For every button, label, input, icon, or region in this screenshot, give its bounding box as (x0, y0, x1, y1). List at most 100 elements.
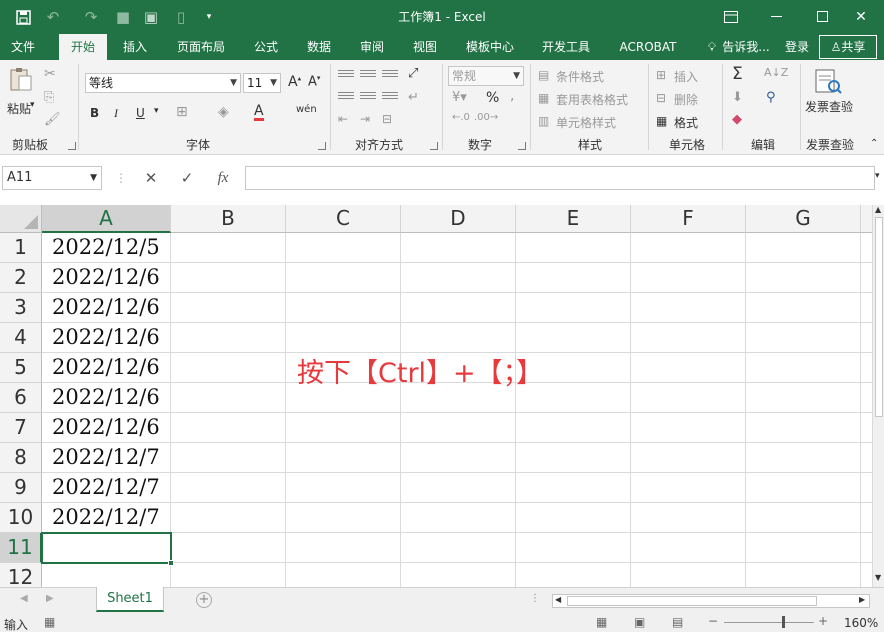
row-header-6[interactable]: 6 (0, 383, 42, 413)
cell-a5[interactable]: 2022/12/6 (43, 353, 170, 382)
tab-template-center[interactable]: 模板中心 (458, 34, 522, 60)
underline-button[interactable]: U (136, 106, 145, 120)
fill-icon[interactable]: ⬇ (732, 90, 743, 105)
row-header-10[interactable]: 10 (0, 503, 42, 533)
formula-input[interactable] (245, 166, 875, 190)
tab-insert[interactable]: 插入 (112, 34, 158, 60)
next-sheet-icon[interactable]: ▶ (46, 593, 54, 604)
tab-home[interactable]: 开始 (59, 34, 107, 60)
format-as-table-button[interactable]: 套用表格格式 (556, 91, 628, 108)
number-launcher-icon[interactable] (518, 142, 526, 150)
cell-a1[interactable]: 2022/12/5 (43, 233, 170, 262)
horizontal-scroll-thumb[interactable] (567, 596, 817, 606)
tab-review[interactable]: 审阅 (350, 34, 394, 60)
enter-icon[interactable]: ✓ (176, 166, 198, 190)
cell-a6[interactable]: 2022/12/6 (43, 383, 170, 412)
align-center-icon[interactable] (360, 90, 376, 104)
row-header-2[interactable]: 2 (0, 263, 42, 293)
decrease-decimal-icon[interactable]: .00→ (474, 112, 498, 123)
fill-handle[interactable] (168, 560, 174, 566)
align-middle-icon[interactable] (360, 68, 376, 82)
cell-a9[interactable]: 2022/12/7 (43, 473, 170, 502)
share-button[interactable]: ♙共享 (819, 35, 877, 59)
table-format-icon[interactable]: ▦ (538, 91, 549, 105)
row-header-4[interactable]: 4 (0, 323, 42, 353)
tab-acrobat[interactable]: ACROBAT (612, 34, 684, 60)
number-format-select[interactable]: 常规 ▼ (448, 66, 524, 86)
conditional-format-icon[interactable]: ▤ (538, 68, 549, 82)
vertical-scrollbar[interactable]: ▲ ▼ (872, 205, 884, 587)
tab-file[interactable]: 文件 (0, 34, 46, 60)
prev-sheet-icon[interactable]: ◀ (20, 593, 28, 604)
zoom-slider-thumb[interactable] (782, 616, 785, 628)
column-header-f[interactable]: F (631, 205, 746, 233)
paste-dropdown-icon[interactable]: ▾ (30, 100, 35, 110)
tab-developer[interactable]: 开发工具 (534, 34, 598, 60)
decrease-font-icon[interactable]: A▾ (308, 74, 320, 89)
column-header-a[interactable]: A (42, 205, 171, 233)
zoom-in-icon[interactable]: + (818, 614, 828, 628)
paste-icon[interactable] (8, 66, 34, 92)
row-header-1[interactable]: 1 (0, 233, 42, 263)
tab-view[interactable]: 视图 (403, 34, 447, 60)
increase-indent-icon[interactable]: ⇥ (360, 112, 370, 126)
add-sheet-icon[interactable]: + (196, 592, 212, 608)
row-header-9[interactable]: 9 (0, 473, 42, 503)
percent-button[interactable]: % (486, 90, 499, 106)
delete-cells-icon[interactable]: ⊟ (656, 91, 666, 105)
tab-formulas[interactable]: 公式 (244, 34, 288, 60)
phonetic-guide-icon[interactable]: wén (296, 104, 317, 115)
decrease-indent-icon[interactable]: ⇤ (338, 112, 348, 126)
insert-cells-icon[interactable]: ⊞ (656, 68, 666, 82)
normal-view-icon[interactable]: ▦ (596, 615, 607, 629)
alignment-launcher-icon[interactable] (430, 142, 438, 150)
row-header-7[interactable]: 7 (0, 413, 42, 443)
column-header-e[interactable]: E (516, 205, 631, 233)
invoice-check-icon[interactable] (812, 68, 844, 96)
macro-record-icon[interactable]: ▦ (44, 615, 55, 629)
align-top-icon[interactable] (338, 68, 354, 82)
copy-icon[interactable]: ⎘ (44, 90, 54, 105)
zoom-slider[interactable] (724, 622, 814, 623)
delete-cells-button[interactable]: 删除 (674, 91, 698, 108)
sheet-tab-sheet1[interactable]: Sheet1 (96, 587, 164, 612)
italic-button[interactable]: I (114, 106, 118, 121)
conditional-format-button[interactable]: 条件格式 (556, 68, 604, 85)
cancel-icon[interactable]: ✕ (140, 166, 162, 190)
scroll-right-icon[interactable]: ▶ (859, 595, 865, 604)
cell-styles-button[interactable]: 单元格样式 (556, 114, 616, 131)
expand-formula-icon[interactable]: ▾ (875, 171, 880, 181)
clipboard-launcher-icon[interactable] (68, 142, 76, 150)
clear-icon[interactable]: ◆ (732, 112, 742, 127)
borders-icon[interactable]: ⊞ (176, 104, 188, 120)
comma-button[interactable]: , (510, 88, 514, 104)
scroll-down-icon[interactable]: ▼ (875, 573, 881, 582)
format-cells-button[interactable]: 格式 (674, 114, 698, 131)
collapse-ribbon-icon[interactable]: ⌃ (870, 138, 878, 149)
font-name-select[interactable]: 等线 ▼ (85, 73, 241, 93)
row-header-3[interactable]: 3 (0, 293, 42, 323)
find-select-icon[interactable]: ⚲ (766, 90, 776, 105)
row-header-11[interactable]: 11 (0, 533, 42, 563)
increase-font-icon[interactable]: A▴ (288, 74, 301, 90)
cell-styles-icon[interactable]: ▥ (538, 114, 549, 128)
name-box[interactable]: A11 ▼ (2, 166, 102, 190)
format-cells-icon[interactable]: ▦ (656, 114, 667, 128)
page-layout-view-icon[interactable]: ▣ (634, 615, 645, 629)
scroll-left-icon[interactable]: ◀ (555, 595, 561, 604)
zoom-out-icon[interactable]: − (708, 614, 718, 628)
row-header-8[interactable]: 8 (0, 443, 42, 473)
column-header-g[interactable]: G (746, 205, 861, 233)
tell-me-search[interactable]: 告诉我... (720, 34, 772, 60)
select-all-corner[interactable] (0, 205, 42, 233)
insert-cells-button[interactable]: 插入 (674, 68, 698, 85)
column-header-c[interactable]: C (286, 205, 401, 233)
column-header-h[interactable] (861, 205, 872, 233)
font-size-select[interactable]: 11 ▼ (243, 73, 281, 93)
align-left-icon[interactable] (338, 90, 354, 104)
scroll-up-icon[interactable]: ▲ (875, 205, 881, 214)
cell-a10[interactable]: 2022/12/7 (43, 503, 170, 532)
fill-color-icon[interactable]: ◈ (218, 104, 229, 120)
invoice-check-button[interactable]: 发票查验 (804, 100, 854, 114)
row-header-5[interactable]: 5 (0, 353, 42, 383)
